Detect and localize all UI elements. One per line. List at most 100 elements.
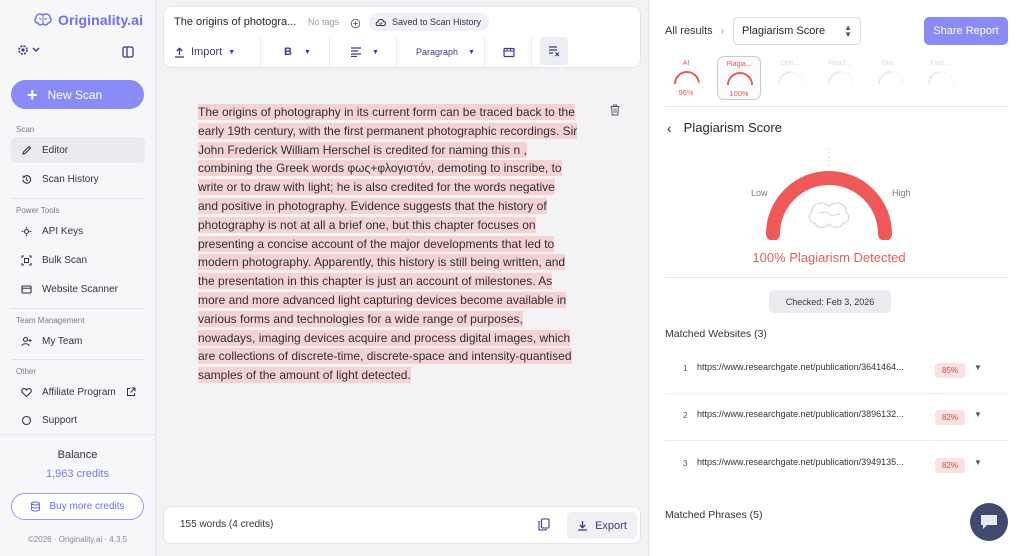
score-title: Plagiarism Score bbox=[683, 120, 782, 135]
sidebar-item-editor[interactable]: Editor bbox=[11, 137, 145, 163]
chat-support-button[interactable] bbox=[970, 503, 1008, 541]
score-card-ai[interactable]: AI 96% bbox=[665, 56, 709, 100]
sidebar-item-api-keys[interactable]: API Keys bbox=[11, 218, 145, 244]
app-root: Originality.ai + New Scan Scan Editor Sc… bbox=[0, 0, 1024, 556]
paragraph-style-select[interactable]: Paragraph ▼ bbox=[416, 39, 475, 65]
result-type-select[interactable]: Plagiarism Score ▲ ▼ bbox=[733, 17, 861, 45]
add-tag-button[interactable] bbox=[350, 16, 361, 34]
document-content[interactable]: The origins of photography in its curren… bbox=[198, 103, 578, 385]
cloud-check-icon bbox=[375, 19, 386, 26]
score-card-label: Fact... bbox=[930, 60, 950, 67]
document-title[interactable]: The origins of photogra... bbox=[174, 16, 296, 28]
sidebar-item-affiliate-program[interactable]: Affiliate Program bbox=[11, 379, 145, 405]
sidebar-item-label: Website Scanner bbox=[42, 283, 118, 295]
back-arrow-icon[interactable]: ‹ bbox=[667, 121, 672, 135]
expand-chevron-icon[interactable]: ▼ bbox=[974, 363, 982, 372]
new-scan-button[interactable]: + New Scan bbox=[11, 80, 144, 109]
row-index: 3 bbox=[683, 459, 688, 468]
sidebar-divider bbox=[11, 198, 145, 199]
chevron-right-icon: › bbox=[720, 25, 725, 37]
editor-status-bar: 155 words (4 credits) Export bbox=[163, 506, 641, 544]
saved-status-badge: Saved to Scan History bbox=[369, 13, 490, 31]
clear-formatting-button[interactable] bbox=[540, 37, 568, 65]
brand-logo[interactable]: Originality.ai bbox=[34, 12, 143, 28]
row-divider bbox=[665, 440, 1009, 441]
mini-gauge-fill bbox=[778, 71, 792, 85]
score-card-grammar[interactable]: Gra... bbox=[869, 56, 913, 100]
score-card-fact-check[interactable]: Fact... bbox=[919, 56, 963, 100]
sidebar-item-website-scanner[interactable]: Website Scanner bbox=[11, 276, 145, 302]
settings-menu[interactable] bbox=[17, 44, 40, 56]
chat-icon bbox=[981, 515, 997, 529]
toolbar-separator bbox=[531, 37, 532, 67]
score-card-label: Opti... bbox=[780, 60, 800, 67]
website-icon bbox=[21, 284, 32, 294]
sidebar-divider bbox=[11, 359, 145, 360]
matched-url[interactable]: https://www.researchgate.net/publication… bbox=[697, 457, 904, 467]
row-index: 2 bbox=[683, 411, 688, 420]
caret-down-icon: ▼ bbox=[303, 48, 311, 56]
score-card-plagiarism[interactable]: Plagia... 100% bbox=[717, 56, 761, 100]
matched-website-row[interactable]: 2 https://www.researchgate.net/publicati… bbox=[665, 395, 1009, 441]
matched-website-row[interactable]: 3 https://www.researchgate.net/publicati… bbox=[665, 443, 1009, 489]
mini-gauge-track bbox=[878, 71, 904, 85]
user-add-icon bbox=[21, 336, 32, 346]
match-percent-badge: 82% bbox=[935, 458, 965, 473]
word-count: 155 words (4 credits) bbox=[180, 519, 274, 530]
mini-gauge-track bbox=[727, 72, 753, 86]
sidebar-item-label: My Team bbox=[42, 335, 83, 347]
score-card-optimization[interactable]: Opti... bbox=[769, 56, 813, 100]
score-card-readability[interactable]: Read... bbox=[819, 56, 863, 100]
section-label-scan: Scan bbox=[16, 125, 35, 134]
media-button[interactable] bbox=[503, 39, 515, 65]
score-card-label: Plagia... bbox=[726, 61, 752, 68]
collapse-sidebar-button[interactable] bbox=[122, 45, 134, 63]
results-divider bbox=[665, 106, 1009, 107]
share-report-button[interactable]: Share Report bbox=[924, 17, 1008, 45]
score-card-label: AI bbox=[682, 60, 690, 67]
api-icon bbox=[21, 226, 32, 236]
paragraph-style-label: Paragraph bbox=[416, 47, 459, 57]
external-link-icon bbox=[126, 387, 136, 396]
brain-logo-icon bbox=[34, 13, 52, 26]
caret-down-icon: ▼ bbox=[372, 48, 379, 56]
buy-more-credits-button[interactable]: Buy more credits bbox=[11, 493, 144, 520]
matched-website-row[interactable]: 1 https://www.researchgate.net/publicati… bbox=[665, 348, 1009, 394]
chevron-down-icon bbox=[32, 47, 40, 52]
matched-url[interactable]: https://www.researchgate.net/publication… bbox=[697, 362, 904, 372]
copy-button[interactable] bbox=[538, 518, 550, 536]
sidebar-item-label: Scan History bbox=[42, 173, 99, 185]
all-results-link[interactable]: All results bbox=[665, 25, 713, 37]
caret-down-icon: ▼ bbox=[468, 48, 475, 56]
results-divider bbox=[665, 277, 1009, 278]
score-gauge-mini bbox=[828, 71, 854, 85]
credits-panel: Balance 1,963 credits Buy more credits ©… bbox=[0, 434, 155, 556]
align-button[interactable]: ▼ bbox=[350, 39, 379, 65]
editor-panel: The origins of photogra... No tags Saved… bbox=[156, 0, 648, 556]
sidebar-item-my-team[interactable]: My Team bbox=[11, 328, 145, 354]
import-button[interactable]: Import ▼ bbox=[174, 39, 235, 65]
results-panel: All results › Plagiarism Score ▲ ▼ Share … bbox=[648, 0, 1024, 556]
mini-gauge-track bbox=[928, 71, 954, 85]
matched-url[interactable]: https://www.researchgate.net/publication… bbox=[697, 409, 904, 419]
sidebar-item-bulk-scan[interactable]: Bulk Scan bbox=[11, 247, 145, 273]
mini-gauge-track bbox=[778, 71, 804, 85]
footer-version: ©2026 · Originality.ai · 4.3.5 bbox=[27, 535, 128, 544]
sidebar-item-scan-history[interactable]: Scan History bbox=[11, 166, 145, 192]
sidebar-item-support[interactable]: Support bbox=[11, 408, 145, 426]
caret-down-icon: ▼ bbox=[228, 48, 236, 56]
mini-gauge-fill bbox=[727, 72, 753, 86]
mini-gauge-fill bbox=[928, 71, 942, 85]
section-label-team-management: Team Management bbox=[16, 316, 85, 325]
score-gauge-mini bbox=[778, 71, 804, 85]
expand-chevron-icon[interactable]: ▼ bbox=[974, 458, 982, 467]
section-label-other: Other bbox=[16, 367, 37, 376]
score-card-label: Read... bbox=[828, 60, 852, 67]
expand-chevron-icon[interactable]: ▼ bbox=[974, 410, 982, 419]
editor-toolbar: The origins of photogra... No tags Saved… bbox=[163, 6, 641, 68]
mini-gauge-track bbox=[828, 71, 854, 85]
delete-text-button[interactable] bbox=[610, 103, 620, 121]
export-button[interactable]: Export bbox=[567, 512, 637, 539]
bold-button[interactable]: B ▼ bbox=[284, 39, 311, 65]
highlighted-plagiarism-text: The origins of photography in its curren… bbox=[198, 104, 578, 384]
